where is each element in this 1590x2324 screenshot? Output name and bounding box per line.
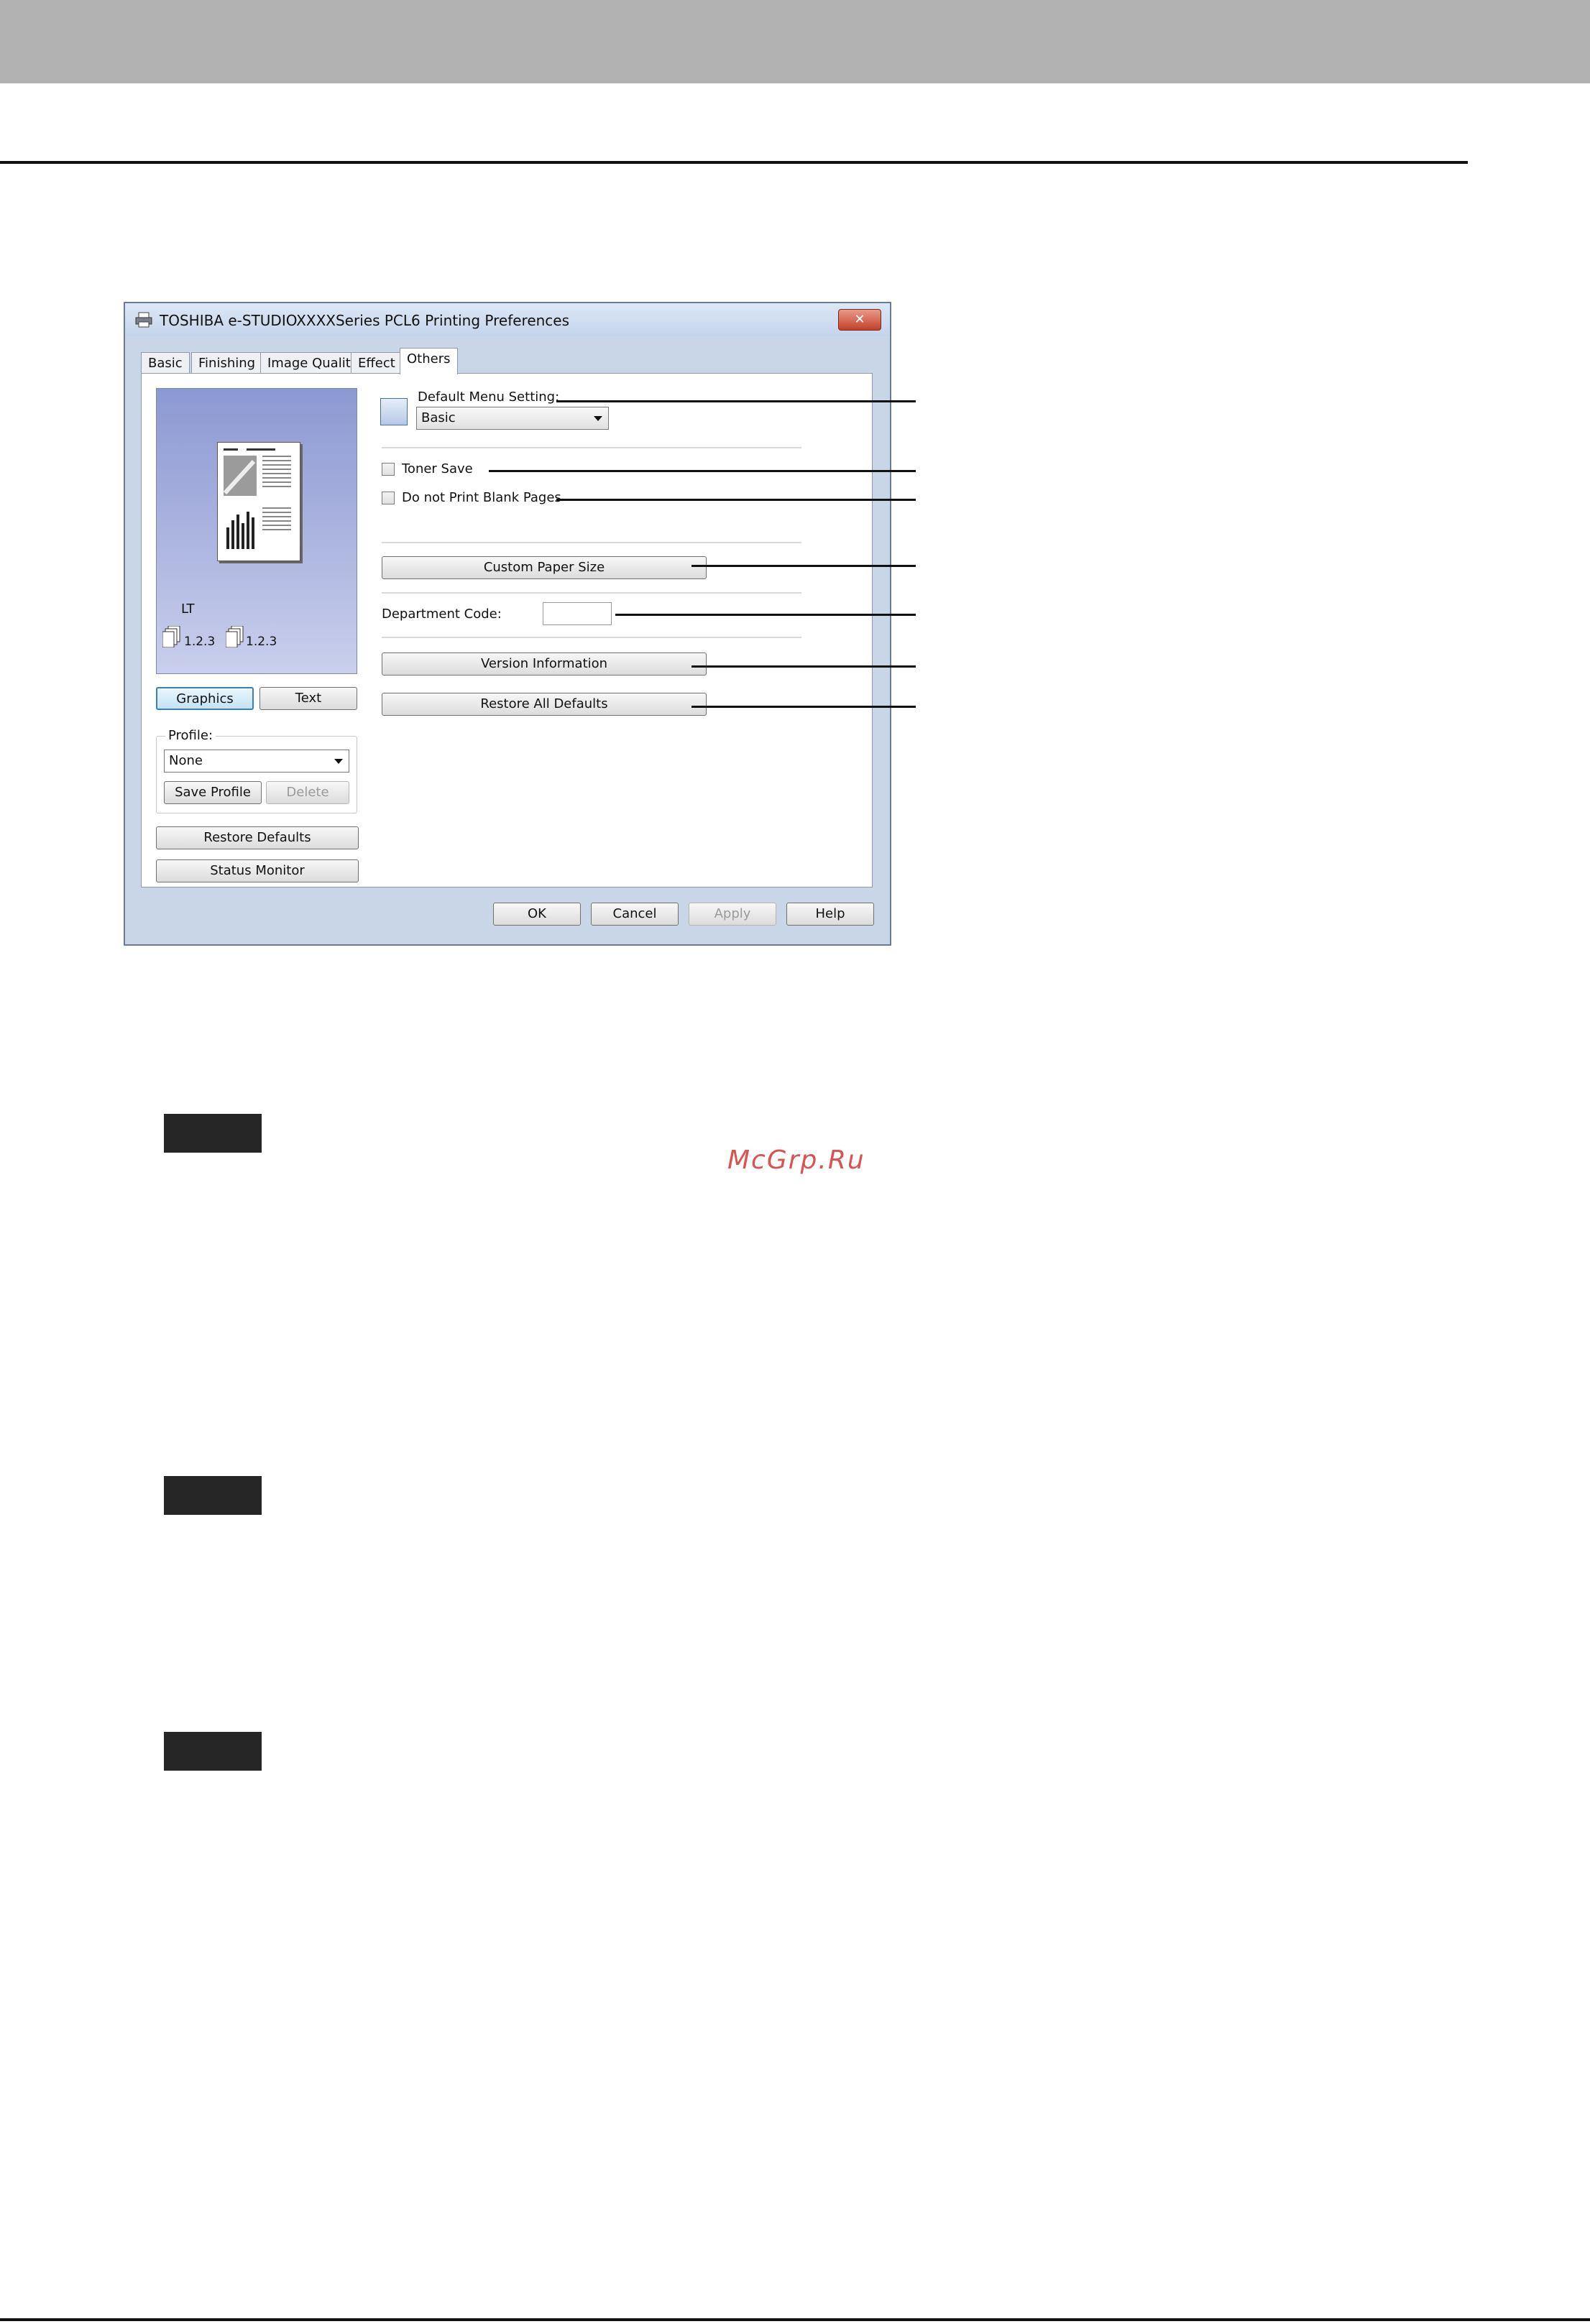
preview-page-thumbnail [217,442,300,561]
callout-line [615,614,916,616]
note-marker-box [164,1114,262,1153]
section-divider [382,542,801,543]
chevron-down-icon [594,416,602,421]
section-divider [382,447,801,448]
apply-button[interactable]: Apply [689,903,776,926]
default-menu-icon [380,398,408,425]
tab-effect[interactable]: Effect [351,352,403,374]
page-header-band [0,0,1590,83]
callout-line [489,470,916,472]
profile-label: Profile: [165,728,216,743]
section-divider [382,637,801,638]
version-information-button[interactable]: Version Information [382,653,707,675]
footer-rule [0,2318,1590,2321]
note-marker-box [164,1732,262,1771]
printing-preferences-dialog: TOSHIBA e-STUDIOXXXXSeries PCL6 Printing… [124,302,891,946]
dialog-title: TOSHIBA e-STUDIOXXXXSeries PCL6 Printing… [160,312,570,329]
default-menu-select[interactable]: Basic [416,407,609,430]
custom-paper-size-button[interactable]: Custom Paper Size [382,556,707,579]
document-thumbnail-icon [223,448,291,549]
page-stack-icon [226,626,244,647]
page-order-label: 1.2.3 [246,635,277,649]
chevron-down-icon [334,759,343,764]
callout-line [556,400,916,402]
header-rule [0,161,1468,164]
paper-size-label: LT [181,601,195,617]
page-order-label: 1.2.3 [184,635,216,649]
print-preview: LT 1.2.3 1.2.3 [156,388,357,674]
graphics-view-button[interactable]: Graphics [156,687,254,710]
callout-line [691,565,916,567]
default-menu-value: Basic [421,410,456,425]
callout-line [691,665,916,668]
status-monitor-button[interactable]: Status Monitor [156,859,359,882]
profile-select[interactable]: None [164,750,349,773]
tab-basic[interactable]: Basic [141,352,190,374]
cancel-button[interactable]: Cancel [591,903,679,926]
department-code-input[interactable] [543,602,612,625]
default-menu-label: Default Menu Setting: [418,389,560,405]
note-marker-box [164,1476,262,1515]
no-blank-pages-label: Do not Print Blank Pages [402,490,561,505]
text-view-button[interactable]: Text [259,687,357,710]
toner-save-checkbox[interactable] [382,463,395,476]
help-button[interactable]: Help [786,903,874,926]
callout-line [556,499,916,501]
callout-line [691,706,916,708]
profile-selected-value: None [169,753,203,768]
others-tab-panel: LT 1.2.3 1.2.3 Graphics Text Profile: No… [141,373,873,887]
restore-defaults-button[interactable]: Restore Defaults [156,826,359,849]
title-bar[interactable]: TOSHIBA e-STUDIOXXXXSeries PCL6 Printing… [125,303,890,336]
delete-profile-button[interactable]: Delete [266,781,349,804]
watermark-text: McGrp.Ru [727,1145,865,1175]
profile-group: Profile: None Save Profile Delete [156,728,357,813]
toner-save-label: Toner Save [402,461,473,476]
department-code-label: Department Code: [382,607,502,622]
close-button[interactable]: ✕ [838,309,881,331]
no-blank-pages-checkbox[interactable] [382,492,395,504]
tab-others[interactable]: Others [400,348,458,374]
printer-icon [135,312,152,328]
save-profile-button[interactable]: Save Profile [164,781,262,804]
page-stack-icon [162,626,180,647]
ok-button[interactable]: OK [493,903,581,926]
section-divider [382,592,801,594]
restore-all-defaults-button[interactable]: Restore All Defaults [382,693,707,716]
tab-image-quality[interactable]: Image Quality [260,352,366,374]
tab-finishing[interactable]: Finishing [191,352,263,374]
